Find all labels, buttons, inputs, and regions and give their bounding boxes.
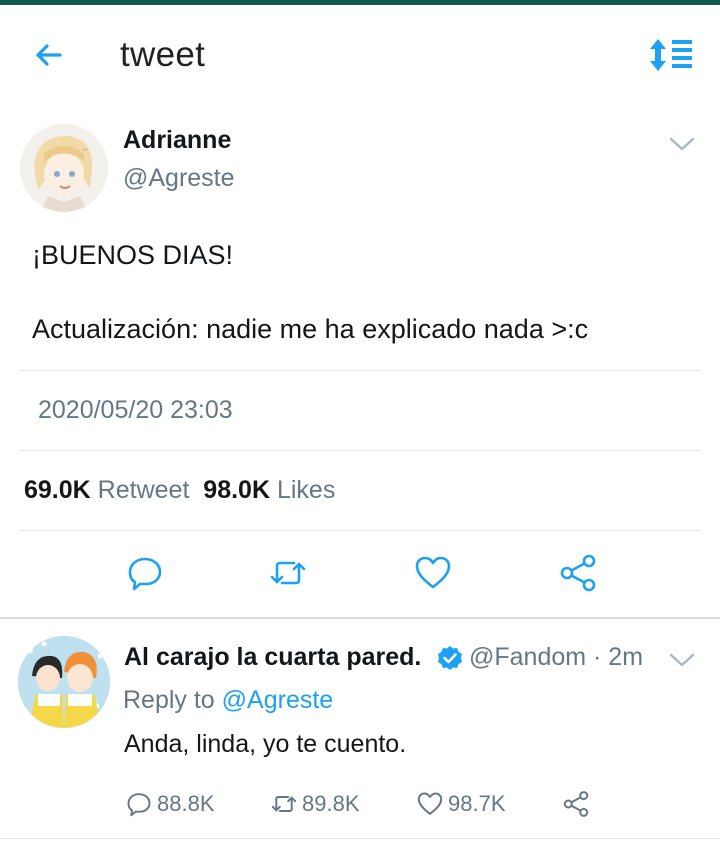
verified-icon: [438, 646, 462, 670]
likes-count[interactable]: 98.0K: [203, 476, 270, 504]
retweet-button[interactable]: [268, 553, 308, 593]
chevron-down-icon: [669, 137, 695, 151]
reply-button[interactable]: [125, 553, 165, 593]
reply-to-line: Reply to @Agreste: [123, 686, 333, 715]
reply-to-prefix: Reply to: [123, 686, 215, 714]
retweet-icon: [270, 561, 306, 585]
divider: [18, 370, 702, 371]
divider: [18, 450, 702, 451]
reply-avatar-image: [18, 636, 110, 728]
like-button[interactable]: [413, 553, 453, 593]
verified-badge: [437, 645, 463, 671]
arrow-left-icon: [36, 44, 62, 66]
back-button[interactable]: [30, 35, 70, 75]
divider: [18, 530, 702, 531]
reply-retweet-button[interactable]: 89.8K: [270, 788, 360, 820]
reply-author-name[interactable]: Al carajo la cuarta pared.: [124, 643, 421, 672]
share-button[interactable]: [558, 553, 598, 593]
reply-retweet-count: 89.8K: [302, 791, 360, 816]
avatar-image: ~: [20, 124, 108, 212]
reply-like-button[interactable]: 98.7K: [416, 788, 506, 820]
share-icon: [560, 554, 596, 592]
reply-share-button[interactable]: [562, 788, 590, 820]
svg-text:~: ~: [82, 145, 89, 154]
app-header: tweet: [0, 5, 720, 105]
share-icon: [563, 791, 589, 817]
author-name[interactable]: Adrianne: [123, 126, 231, 155]
reply-icon: [127, 793, 151, 817]
tweet-stats: 69.0K Retweet 98.0K Likes: [24, 476, 335, 505]
reply-reply-button[interactable]: 88.8K: [125, 788, 215, 820]
reply-avatar[interactable]: [18, 636, 110, 728]
reply-text: Anda, linda, yo te cuento.: [124, 730, 407, 758]
tweet-text-line-2: Actualización: nadie me ha explicado nad…: [32, 314, 589, 344]
retweet-icon: [271, 796, 297, 812]
reply-to-handle[interactable]: @Agreste: [222, 686, 334, 714]
retweet-count[interactable]: 69.0K: [24, 476, 91, 504]
reply-icon: [128, 557, 162, 591]
page-title: tweet: [120, 35, 206, 74]
sort-icon: [650, 39, 692, 71]
author-handle[interactable]: @Agreste: [123, 164, 235, 193]
sort-button[interactable]: [648, 35, 694, 75]
retweet-label[interactable]: Retweet: [98, 476, 190, 504]
likes-label[interactable]: Likes: [277, 476, 335, 504]
reply-menu-button[interactable]: [668, 650, 696, 670]
reply-meta: @Fandom · 2m: [469, 643, 644, 671]
reply-reply-count: 88.8K: [157, 791, 215, 816]
reply-like-count: 98.7K: [448, 791, 506, 816]
heart-icon: [415, 556, 451, 589]
avatar[interactable]: ~: [20, 124, 108, 212]
section-separator: [0, 617, 720, 619]
heart-icon: [417, 792, 443, 815]
tweet-menu-button[interactable]: [668, 134, 696, 154]
divider: [0, 838, 720, 839]
tweet-timestamp: 2020/05/20 23:03: [38, 396, 233, 424]
tweet-text-line-1: ¡BUENOS DIAS!: [32, 240, 234, 270]
chevron-down-icon: [669, 653, 695, 667]
